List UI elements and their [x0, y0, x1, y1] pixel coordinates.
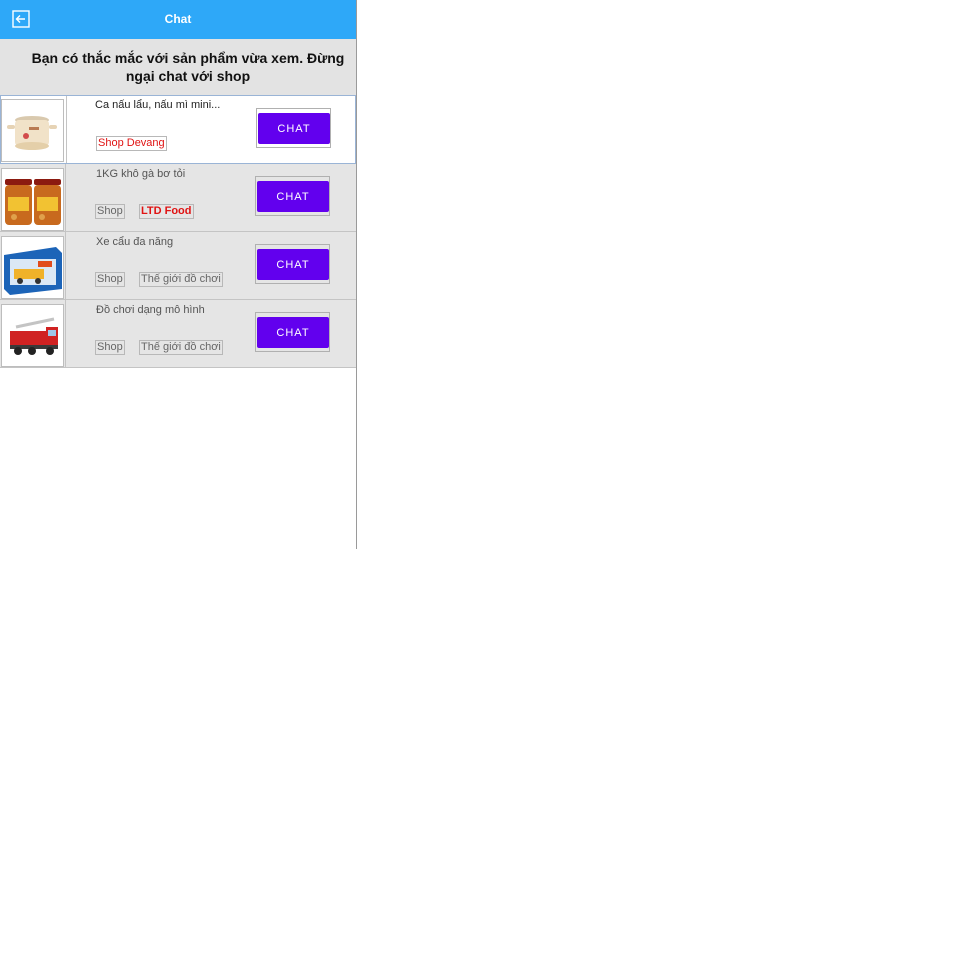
shop-label-tag: Shop: [95, 272, 125, 287]
chat-button-frame: CHAT: [255, 312, 330, 352]
row-divider: [65, 300, 66, 367]
chat-button[interactable]: CHAT: [258, 113, 330, 144]
shop-label-tag: Shop: [95, 204, 125, 219]
chicken-jar-image: [1, 168, 64, 231]
top-bar: Chat: [0, 0, 356, 39]
app-screen: Chat Bạn có thắc mắc với sản phẩm vừa xe…: [0, 0, 357, 549]
shop-name-tag[interactable]: Shop Devang: [96, 136, 167, 151]
toy-crane-box-image: [1, 236, 64, 299]
row-divider: [65, 164, 66, 231]
chat-button-frame: CHAT: [255, 244, 330, 284]
shop-name-tag[interactable]: LTD Food: [139, 204, 194, 219]
row-divider: [66, 96, 67, 163]
product-name: Xe cẩu đa năng: [96, 236, 174, 248]
product-name: Đồ chơi dạng mô hình: [96, 304, 205, 316]
chat-button[interactable]: CHAT: [257, 317, 329, 348]
chat-button-frame: CHAT: [256, 108, 331, 148]
list-item[interactable]: 1KG khô gà bơ tỏi Shop LTD Food CHAT: [0, 164, 356, 232]
notice-banner: Bạn có thắc mắc với sản phẩm vừa xem. Đừ…: [0, 39, 356, 96]
row-divider: [65, 232, 66, 299]
electric-pot-image: [1, 99, 64, 162]
shop-name-tag[interactable]: Thế giới đồ chơi: [139, 340, 223, 355]
list-item[interactable]: Ca nấu lẩu, nấu mì mini... Shop Devang C…: [0, 95, 356, 164]
shop-label-tag: Shop: [95, 340, 125, 355]
page-title: Chat: [164, 12, 192, 26]
chat-button[interactable]: CHAT: [257, 249, 329, 280]
fire-truck-toy-image: [1, 304, 64, 367]
chat-button-frame: CHAT: [255, 176, 330, 216]
list-item[interactable]: Xe cẩu đa năng Shop Thế giới đồ chơi CHA…: [0, 232, 356, 300]
list-item[interactable]: Đồ chơi dạng mô hình Shop Thế giới đồ ch…: [0, 300, 356, 368]
shop-name-tag[interactable]: Thế giới đồ chơi: [139, 272, 223, 287]
product-name: 1KG khô gà bơ tỏi: [96, 168, 186, 180]
chat-button[interactable]: CHAT: [257, 181, 329, 212]
notice-text: Bạn có thắc mắc với sản phẩm vừa xem. Đừ…: [31, 50, 345, 84]
product-name: Ca nấu lẩu, nấu mì mini...: [95, 99, 221, 111]
product-list: Ca nấu lẩu, nấu mì mini... Shop Devang C…: [0, 95, 356, 368]
